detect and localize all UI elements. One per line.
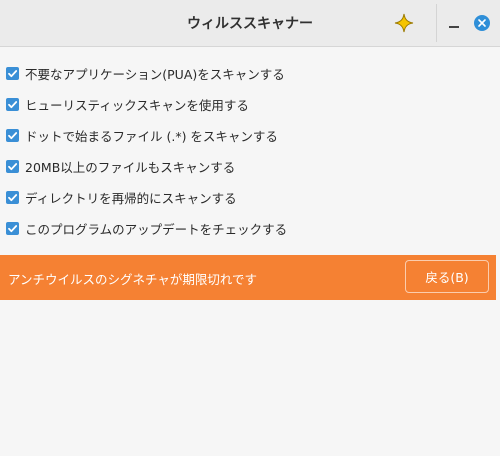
sparkle-star-icon[interactable] — [392, 11, 416, 35]
option-label: ディレクトリを再帰的にスキャンする — [25, 190, 237, 206]
close-button[interactable] — [474, 15, 490, 31]
close-icon — [478, 19, 486, 27]
checkbox-checked-icon[interactable] — [6, 66, 19, 80]
option-scan-pua[interactable]: 不要なアプリケーション(PUA)をスキャンする — [6, 61, 285, 85]
option-label: 不要なアプリケーション(PUA)をスキャンする — [25, 66, 285, 82]
option-label: 20MB以上のファイルもスキャンする — [25, 159, 236, 175]
option-label: ヒューリスティックスキャンを使用する — [25, 97, 249, 113]
back-button[interactable]: 戻る(B) — [405, 260, 489, 293]
minimize-button[interactable] — [444, 12, 464, 32]
header-separator — [436, 4, 437, 42]
window-title: ウィルススキャナー — [187, 16, 313, 32]
option-label: このプログラムのアップデートをチェックする — [25, 221, 288, 237]
option-check-updates[interactable]: このプログラムのアップデートをチェックする — [6, 216, 287, 240]
checkbox-checked-icon[interactable] — [6, 190, 19, 204]
checkbox-checked-icon[interactable] — [6, 221, 19, 235]
option-scan-dotfiles[interactable]: ドットで始まるファイル (.*) をスキャンする — [6, 123, 278, 147]
banner-message: アンチウイルスのシグネチャが期限切れです — [8, 272, 258, 287]
option-heuristic-scan[interactable]: ヒューリスティックスキャンを使用する — [6, 92, 249, 116]
app-window: ウィルススキャナー 不要なアプリケーション(PUA)をスキャンする ヒューリステ… — [0, 0, 500, 456]
option-scan-large-files[interactable]: 20MB以上のファイルもスキャンする — [6, 154, 235, 178]
checkbox-checked-icon[interactable] — [6, 97, 19, 111]
header-bar: ウィルススキャナー — [0, 0, 500, 47]
option-recursive-scan[interactable]: ディレクトリを再帰的にスキャンする — [6, 185, 237, 209]
option-label: ドットで始まるファイル (.*) をスキャンする — [25, 128, 278, 144]
checkbox-checked-icon[interactable] — [6, 128, 19, 142]
checkbox-checked-icon[interactable] — [6, 159, 19, 173]
signature-warning-banner: アンチウイルスのシグネチャが期限切れです 戻る(B) — [0, 255, 496, 300]
